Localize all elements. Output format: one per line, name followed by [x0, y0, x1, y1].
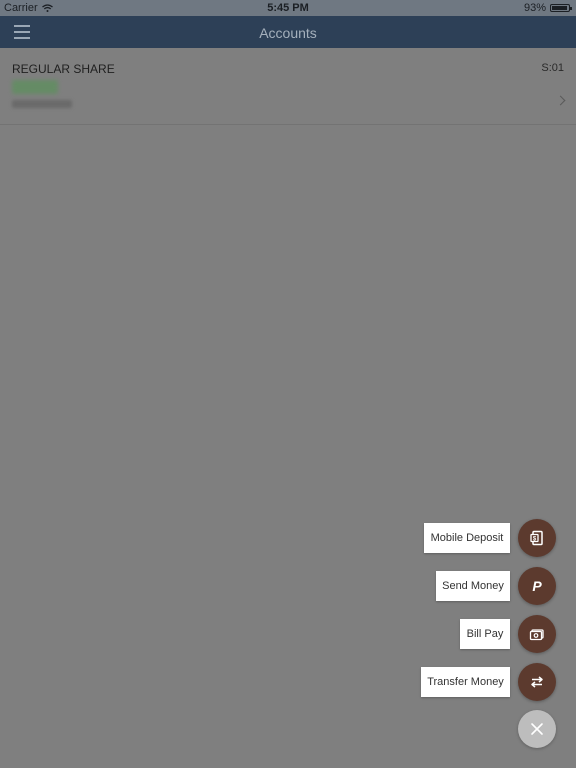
send-money-label[interactable]: Send Money	[436, 571, 510, 601]
bill-pay-button[interactable]	[518, 615, 556, 653]
battery-icon	[550, 4, 572, 12]
account-row[interactable]: REGULAR SHARE S:01	[0, 48, 576, 125]
close-button[interactable]	[518, 710, 556, 748]
battery-percent: 93%	[523, 2, 546, 14]
close-icon	[531, 723, 543, 735]
status-time: 5:45 PM	[267, 2, 309, 14]
mobile-deposit-label[interactable]: Mobile Deposit	[424, 523, 510, 553]
account-balance-redacted	[12, 80, 58, 94]
send-money-button[interactable]: P	[518, 567, 556, 605]
account-suffix: S:01	[541, 62, 564, 74]
mobile-deposit-button[interactable]: $	[518, 519, 556, 557]
transfer-money-label[interactable]: Transfer Money	[421, 667, 510, 697]
status-right: 93%	[523, 2, 572, 14]
nav-bar: Accounts	[0, 16, 576, 48]
bill-pay-icon	[529, 629, 544, 641]
paypal-icon: P	[532, 578, 542, 594]
svg-text:P: P	[532, 578, 542, 594]
account-name: REGULAR SHARE	[12, 62, 115, 76]
bill-pay-label[interactable]: Bill Pay	[460, 619, 510, 649]
transfer-money-button[interactable]	[518, 663, 556, 701]
mobile-deposit-icon: $	[530, 530, 543, 546]
battery-tip	[570, 7, 572, 10]
battery-level	[552, 6, 567, 10]
account-available-redacted	[12, 100, 72, 108]
transfer-icon	[531, 676, 543, 688]
page-title: Accounts	[259, 25, 317, 41]
status-bar: Carrier 5:45 PM 93%	[0, 0, 576, 16]
chevron-right-icon	[555, 95, 566, 106]
